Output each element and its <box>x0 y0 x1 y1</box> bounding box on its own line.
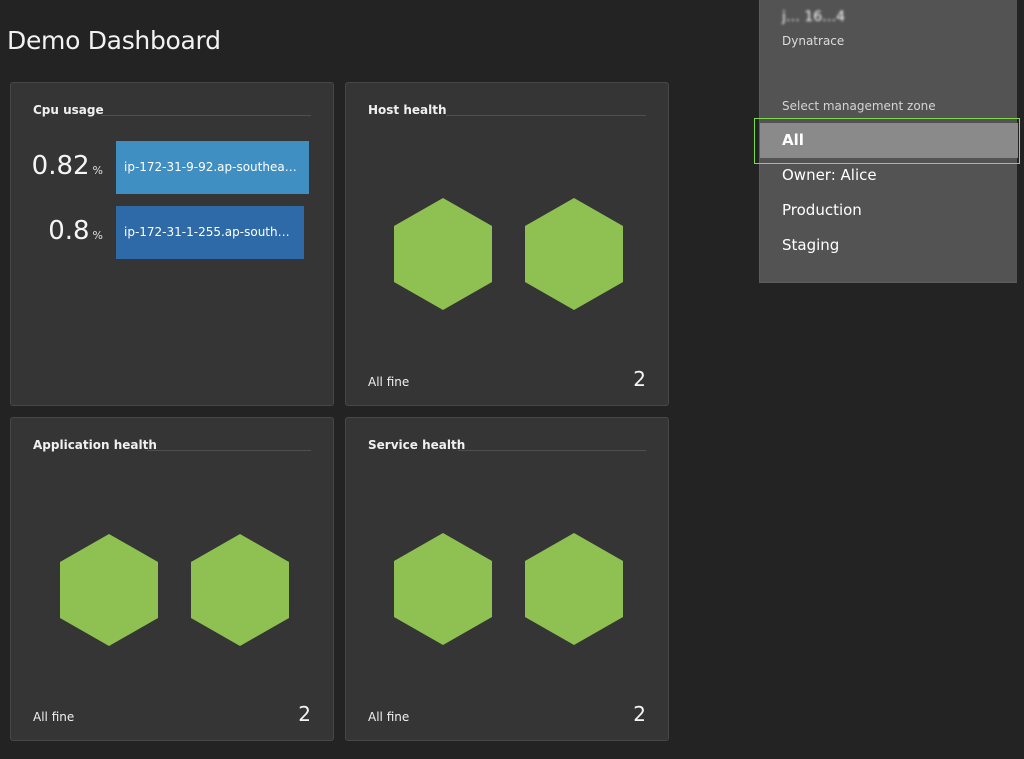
healthy-application-hexagon[interactable] <box>191 534 289 646</box>
cpu-row[interactable]: 0.82% ip-172-31-9-92.ap-southeast-... <box>11 141 335 194</box>
zone-option-staging[interactable]: Staging <box>760 228 1018 263</box>
host-health-tile[interactable]: Host health All fine 2 <box>345 82 669 406</box>
tile-count: 2 <box>298 702 311 726</box>
host-name: ip-172-31-1-255.ap-southeast... <box>124 225 304 239</box>
application-health-tile[interactable]: Application health All fine 2 <box>10 417 334 741</box>
management-zone-menu: j… 16…4 Dynatrace Select management zone… <box>759 0 1018 283</box>
title-divider <box>101 115 311 116</box>
zone-option-production[interactable]: Production <box>760 193 1018 228</box>
title-divider <box>458 450 646 451</box>
cpu-host-bar[interactable]: ip-172-31-1-255.ap-southeast... <box>116 206 304 259</box>
cpu-value: 0.82% <box>11 151 103 181</box>
tile-title: Service health <box>368 438 466 452</box>
tile-status: All fine <box>33 710 75 724</box>
tile-title: Application health <box>33 438 157 452</box>
cpu-host-bar[interactable]: ip-172-31-9-92.ap-southeast-... <box>116 141 309 194</box>
cpu-number: 0.8 <box>48 216 90 246</box>
zone-option-all[interactable]: All <box>760 123 1018 158</box>
tile-count: 2 <box>633 367 646 391</box>
page-title: Demo Dashboard <box>7 26 221 55</box>
user-name: j… 16…4 <box>782 9 846 25</box>
tile-count: 2 <box>633 702 646 726</box>
host-name: ip-172-31-9-92.ap-southeast-... <box>124 160 309 174</box>
healthy-host-hexagon[interactable] <box>525 198 623 310</box>
healthy-service-hexagon[interactable] <box>394 533 492 645</box>
cpu-unit: % <box>92 164 103 177</box>
tile-title: Cpu usage <box>33 103 104 117</box>
healthy-application-hexagon[interactable] <box>60 534 158 646</box>
healthy-service-hexagon[interactable] <box>525 533 623 645</box>
cpu-value: 0.8% <box>11 216 103 246</box>
cpu-usage-tile[interactable]: Cpu usage 0.82% ip-172-31-9-92.ap-southe… <box>10 82 334 406</box>
cpu-number: 0.82 <box>31 151 90 181</box>
tile-status: All fine <box>368 375 410 389</box>
tile-status: All fine <box>368 710 410 724</box>
tile-title: Host health <box>368 103 447 117</box>
cpu-row[interactable]: 0.8% ip-172-31-1-255.ap-southeast... <box>11 206 335 259</box>
zone-option-owner-alice[interactable]: Owner: Alice <box>760 158 1018 193</box>
healthy-host-hexagon[interactable] <box>394 198 492 310</box>
zone-select-label: Select management zone <box>782 99 936 113</box>
cpu-unit: % <box>92 229 103 242</box>
service-health-tile[interactable]: Service health All fine 2 <box>345 417 669 741</box>
title-divider <box>147 450 311 451</box>
environment-name: Dynatrace <box>782 34 845 48</box>
title-divider <box>446 115 646 116</box>
